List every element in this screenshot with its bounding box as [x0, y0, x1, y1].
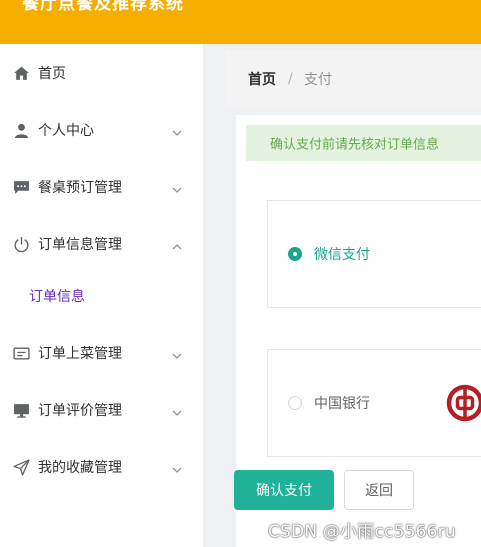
sidebar-item-label: 我的收藏管理: [38, 460, 122, 476]
power-icon: [12, 235, 30, 253]
sidebar-item-serving-management[interactable]: 订单上菜管理: [0, 325, 203, 381]
back-button[interactable]: 返回: [344, 470, 414, 510]
user-icon: [12, 121, 30, 139]
sidebar-item-favorites-management[interactable]: 我的收藏管理: [0, 439, 203, 495]
breadcrumb: 首页 / 支付: [225, 50, 481, 108]
sidebar-item-table-booking[interactable]: 餐桌预订管理: [0, 159, 203, 215]
radio-selected[interactable]: [288, 247, 302, 261]
payment-option-wechat[interactable]: 微信支付: [267, 200, 481, 308]
monitor-icon: [12, 401, 30, 419]
bank-of-china-icon: [446, 384, 481, 422]
sidebar-item-label: 餐桌预订管理: [38, 180, 122, 196]
chat-icon: [12, 178, 30, 196]
sidebar-item-label: 首页: [38, 66, 66, 82]
confirm-payment-button[interactable]: 确认支付: [234, 470, 334, 510]
sidebar-item-review-management[interactable]: 订单评价管理: [0, 382, 203, 438]
sidebar-item-label: 订单信息管理: [38, 237, 122, 253]
payment-option-label: 微信支付: [314, 247, 370, 263]
watermark: CSDN @小雨cc5566ru: [268, 522, 456, 542]
chevron-down-icon: [171, 404, 183, 416]
sidebar-item-label: 订单评价管理: [38, 403, 122, 419]
app-title: 餐厅点餐及推荐系统: [22, 0, 184, 14]
main-area: 首页 / 支付 确认支付前请先核对订单信息 微信支付 中国银行 确认支付 返回: [203, 44, 481, 547]
sidebar-subitem-order-info[interactable]: 订单信息: [0, 271, 203, 321]
radio-unselected[interactable]: [288, 396, 302, 410]
home-icon: [12, 64, 30, 82]
payment-option-boc[interactable]: 中国银行: [267, 349, 481, 457]
info-alert: 确认支付前请先核对订单信息: [246, 125, 481, 161]
chevron-up-icon: [171, 238, 183, 250]
send-icon: [12, 458, 30, 476]
sidebar: 首页 个人中心 餐桌预订管理 订单信息管理 订单信息 订单上菜管理 订单评价管理…: [0, 44, 203, 547]
sidebar-item-personal-center[interactable]: 个人中心: [0, 102, 203, 158]
card-icon: [12, 344, 30, 362]
sidebar-item-order-management[interactable]: 订单信息管理: [0, 216, 203, 272]
chevron-down-icon: [171, 347, 183, 359]
breadcrumb-current: 支付: [304, 72, 332, 88]
sidebar-item-home[interactable]: 首页: [0, 45, 203, 101]
top-header: 餐厅点餐及推荐系统: [0, 0, 481, 44]
sidebar-subitem-label: 订单信息: [29, 289, 85, 305]
sidebar-item-label: 个人中心: [38, 123, 94, 139]
sidebar-item-label: 订单上菜管理: [38, 346, 122, 362]
chevron-down-icon: [171, 181, 183, 193]
breadcrumb-home[interactable]: 首页: [248, 69, 276, 89]
payment-option-label: 中国银行: [314, 396, 370, 412]
alert-text: 确认支付前请先核对订单信息: [270, 137, 440, 153]
chevron-down-icon: [171, 124, 183, 136]
chevron-down-icon: [171, 461, 183, 473]
breadcrumb-separator: /: [288, 71, 293, 87]
